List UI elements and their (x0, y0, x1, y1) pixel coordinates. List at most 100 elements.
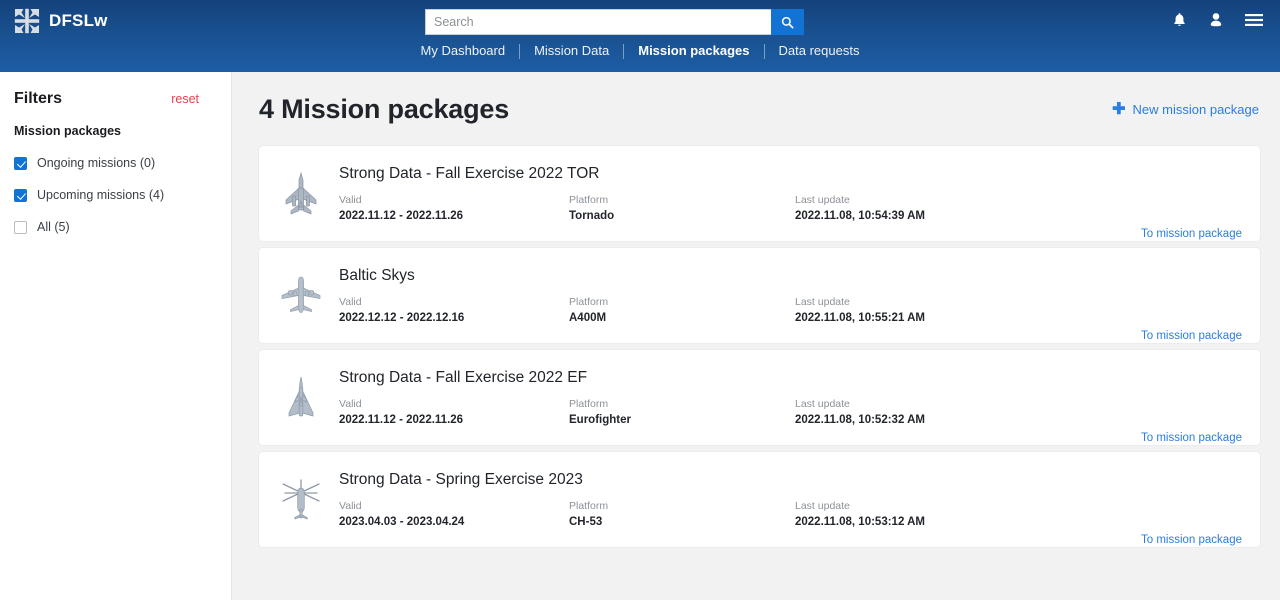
new-mission-package-button[interactable]: ✚ New mission package (1112, 100, 1260, 118)
card-aircraft-icon-wrap (273, 477, 329, 523)
card-meta: Valid 2022.11.12 - 2022.11.26 Platform T… (339, 194, 1141, 222)
card-aircraft-icon-wrap (273, 274, 329, 318)
card-valid-field: Valid 2022.11.12 - 2022.11.26 (339, 398, 569, 426)
card-title: Strong Data - Spring Exercise 2023 (339, 471, 583, 488)
platform-label: Platform (569, 500, 609, 512)
user-account-icon[interactable] (1209, 12, 1223, 28)
valid-value: 2022.12.12 - 2022.12.16 (339, 312, 465, 324)
nav-tab-mission-data[interactable]: Mission Data (520, 41, 623, 61)
a400m-transport-aircraft-icon (281, 276, 321, 313)
filters-header: Filters reset (14, 90, 215, 108)
card-valid-field: Valid 2023.04.03 - 2023.04.24 (339, 500, 569, 528)
search-bar (425, 9, 804, 35)
last-update-label: Last update (795, 398, 850, 410)
card-meta: Valid 2022.12.12 - 2022.12.16 Platform A… (339, 296, 1141, 324)
notifications-bell-icon[interactable] (1172, 12, 1187, 28)
card-title: Strong Data - Fall Exercise 2022 TOR (339, 165, 600, 182)
ch53-helicopter-icon (282, 478, 320, 519)
card-last-update-field: Last update 2022.11.08, 10:53:12 AM (795, 500, 1045, 528)
card-body: Strong Data - Fall Exercise 2022 TOR Val… (329, 165, 1141, 222)
card-body: Baltic Skys Valid 2022.12.12 - 2022.12.1… (329, 267, 1141, 324)
platform-label: Platform (569, 296, 609, 308)
card-aircraft-icon-wrap (273, 375, 329, 421)
search-button[interactable] (771, 9, 804, 35)
card-valid-field: Valid 2022.11.12 - 2022.11.26 (339, 194, 569, 222)
card-body: Strong Data - Fall Exercise 2022 EF Vali… (329, 369, 1141, 426)
to-mission-package-link[interactable]: To mission package (1141, 534, 1242, 547)
filter-upcoming-missions[interactable]: Upcoming missions (4) (14, 188, 215, 202)
valid-value: 2023.04.03 - 2023.04.24 (339, 516, 465, 528)
checkbox-checked-icon[interactable] (14, 156, 27, 170)
page-title: 4 Mission packages (259, 94, 510, 124)
card-body: Strong Data - Spring Exercise 2023 Valid… (329, 471, 1141, 528)
valid-label: Valid (339, 500, 362, 512)
plus-icon: ✚ (1112, 100, 1126, 118)
brand[interactable]: DFSLw (14, 8, 108, 34)
card-last-update-field: Last update 2022.11.08, 10:54:39 AM (795, 194, 1045, 222)
last-update-label: Last update (795, 194, 850, 206)
mission-package-card[interactable]: Baltic Skys Valid 2022.12.12 - 2022.12.1… (259, 248, 1260, 343)
main-header: 4 Mission packages ✚ New mission package (259, 94, 1260, 125)
last-update-label: Last update (795, 296, 850, 308)
platform-label: Platform (569, 194, 609, 206)
search-icon (781, 16, 794, 29)
nav-tab-mission-packages[interactable]: Mission packages (624, 41, 763, 61)
new-mission-package-label: New mission package (1132, 102, 1259, 117)
mission-package-card[interactable]: Strong Data - Spring Exercise 2023 Valid… (259, 452, 1260, 547)
card-valid-field: Valid 2022.12.12 - 2022.12.16 (339, 296, 569, 324)
page-body: Filters reset Mission packages Ongoing m… (0, 72, 1280, 600)
filters-title: Filters (14, 90, 63, 107)
iron-cross-logo-icon (14, 8, 40, 34)
top-header-bar: DFSLw My Dashboard Mission Data Mission … (0, 0, 1280, 72)
valid-label: Valid (339, 296, 362, 308)
checkbox-checked-icon[interactable] (14, 188, 27, 202)
platform-value: Tornado (569, 210, 615, 222)
platform-value: A400M (569, 312, 607, 324)
to-mission-package-link[interactable]: To mission package (1141, 330, 1242, 343)
mission-package-card[interactable]: Strong Data - Fall Exercise 2022 EF Vali… (259, 350, 1260, 445)
card-aircraft-icon-wrap (273, 171, 329, 217)
eurofighter-jet-icon (288, 376, 314, 416)
filter-ongoing-missions[interactable]: Ongoing missions (0) (14, 156, 215, 170)
search-input[interactable] (425, 9, 771, 35)
platform-value: Eurofighter (569, 414, 631, 426)
last-update-label: Last update (795, 500, 850, 512)
valid-label: Valid (339, 398, 362, 410)
filter-all[interactable]: All (5) (14, 220, 215, 234)
filter-checkbox-list: Ongoing missions (0) Upcoming missions (… (14, 156, 215, 234)
card-last-update-field: Last update 2022.11.08, 10:55:21 AM (795, 296, 1045, 324)
card-title: Strong Data - Fall Exercise 2022 EF (339, 369, 588, 386)
nav-tab-data-requests[interactable]: Data requests (765, 41, 874, 61)
checkbox-unchecked-icon[interactable] (14, 220, 27, 234)
platform-value: CH-53 (569, 516, 603, 528)
filters-reset-link[interactable]: reset (171, 92, 199, 106)
valid-value: 2022.11.12 - 2022.11.26 (339, 210, 464, 222)
filter-label: Upcoming missions (4) (37, 188, 165, 202)
to-mission-package-link[interactable]: To mission package (1141, 432, 1242, 445)
platform-label: Platform (569, 398, 609, 410)
filter-group-label: Mission packages (14, 124, 121, 138)
card-platform-field: Platform Tornado (569, 194, 795, 222)
brand-name: DFSLw (49, 11, 108, 30)
last-update-value: 2022.11.08, 10:55:21 AM (795, 312, 925, 324)
card-meta: Valid 2022.11.12 - 2022.11.26 Platform E… (339, 398, 1141, 426)
nav-tab-my-dashboard[interactable]: My Dashboard (407, 41, 520, 61)
card-last-update-field: Last update 2022.11.08, 10:52:32 AM (795, 398, 1045, 426)
main-navigation: My Dashboard Mission Data Mission packag… (0, 41, 1280, 61)
valid-label: Valid (339, 194, 362, 206)
tornado-jet-icon (285, 171, 317, 215)
last-update-value: 2022.11.08, 10:53:12 AM (795, 516, 925, 528)
mission-package-card[interactable]: Strong Data - Fall Exercise 2022 TOR Val… (259, 146, 1260, 241)
last-update-value: 2022.11.08, 10:52:32 AM (795, 414, 925, 426)
to-mission-package-link[interactable]: To mission package (1141, 228, 1242, 241)
valid-value: 2022.11.12 - 2022.11.26 (339, 414, 464, 426)
card-meta: Valid 2023.04.03 - 2023.04.24 Platform C… (339, 500, 1141, 528)
filter-label: All (5) (37, 220, 70, 234)
main-content: 4 Mission packages ✚ New mission package (232, 72, 1280, 600)
card-platform-field: Platform Eurofighter (569, 398, 795, 426)
last-update-value: 2022.11.08, 10:54:39 AM (795, 210, 925, 222)
filters-sidebar: Filters reset Mission packages Ongoing m… (0, 72, 232, 600)
card-title: Baltic Skys (339, 267, 415, 284)
hamburger-menu-icon[interactable] (1245, 13, 1263, 27)
filter-label: Ongoing missions (0) (37, 156, 156, 170)
